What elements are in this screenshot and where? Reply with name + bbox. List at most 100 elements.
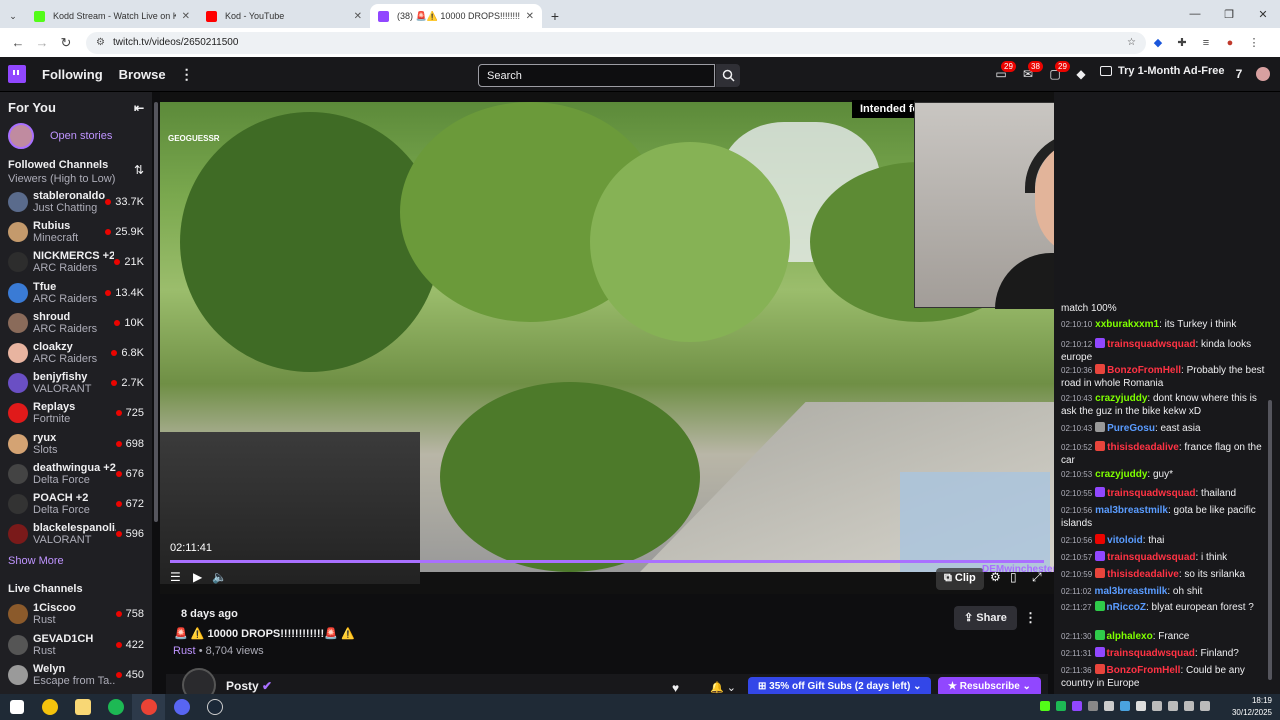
battery-icon[interactable]: [1184, 701, 1194, 711]
clip-button[interactable]: ⧉ Clip: [936, 568, 984, 590]
new-tab-button[interactable]: +: [542, 4, 568, 28]
following-link[interactable]: Following: [42, 67, 103, 82]
chat-username[interactable]: BonzoFromHell: [1107, 365, 1181, 376]
search-button[interactable]: [716, 64, 740, 87]
sort-icon[interactable]: ⇅: [134, 163, 144, 185]
restore-icon[interactable]: ❐: [1212, 0, 1246, 28]
tray-app-icon[interactable]: [1072, 701, 1082, 711]
chat-username[interactable]: alphalexo: [1107, 631, 1153, 642]
browser-tab-twitch[interactable]: (38) 🚨⚠️ 10000 DROPS!!!!!!!!!! ✕: [370, 4, 542, 28]
bits-icon[interactable]: ◆: [1073, 67, 1089, 81]
sidebar-channel-item[interactable]: stableronaldo Just Chatting 33.7K: [0, 187, 152, 217]
chat-scrollbar[interactable]: [1268, 400, 1272, 680]
chat-username[interactable]: thisisdeadalive: [1107, 569, 1179, 580]
chat-username[interactable]: thisisdeadalive: [1107, 442, 1179, 453]
play-icon[interactable]: ▶: [193, 570, 202, 584]
chat-username[interactable]: mal3breastmilk: [1095, 505, 1168, 516]
chat-badge-icon[interactable]: [1095, 534, 1106, 544]
start-button[interactable]: [0, 694, 33, 720]
open-stories-row[interactable]: Open stories: [0, 115, 152, 157]
sidebar-channel-item[interactable]: Replays Fortnite 725: [0, 398, 152, 428]
extensions-icon[interactable]: ✚: [1170, 36, 1194, 49]
chat-badge-icon[interactable]: [1094, 647, 1105, 657]
profile-avatar[interactable]: ●: [1218, 37, 1242, 49]
search-input[interactable]: Search: [478, 64, 715, 87]
close-tab-icon[interactable]: ✕: [526, 11, 534, 22]
category-link[interactable]: Rust: [173, 645, 196, 657]
sidebar-channel-item[interactable]: Tfue ARC Raiders 13.4K: [0, 278, 152, 308]
chat-username[interactable]: trainsquadwsquad: [1107, 648, 1195, 659]
video-player[interactable]: GEOGUESSR Intended fo 02:11:41 ☰ ▶ 🔈 ⧉ C…: [160, 92, 1280, 594]
bookmark-star-icon[interactable]: ☆: [1127, 37, 1136, 48]
tab-search-icon[interactable]: ⌄: [0, 4, 26, 28]
sidebar-channel-item[interactable]: deathwingua +2 Delta Force 676: [0, 459, 152, 489]
chat-username[interactable]: trainsquadwsquad: [1107, 339, 1195, 350]
chat-badge-icon[interactable]: [1095, 487, 1106, 497]
whispers-icon[interactable]: ▢ 29: [1047, 61, 1070, 81]
forward-icon[interactable]: →: [30, 35, 54, 50]
geoguessr-minimap[interactable]: [900, 472, 1050, 572]
sidebar-channel-item[interactable]: POACH +2 Delta Force 672: [0, 489, 152, 519]
twitch-logo-icon[interactable]: [8, 65, 26, 83]
chat-badge-icon[interactable]: [1094, 601, 1105, 611]
sidebar-channel-item[interactable]: cloakzy ARC Raiders 6.8K: [0, 338, 152, 368]
more-options-icon[interactable]: ⋮: [1024, 610, 1037, 626]
minimize-icon[interactable]: —: [1178, 0, 1212, 28]
chat-username[interactable]: trainsquadwsquad: [1107, 552, 1195, 563]
browser-tab-kick[interactable]: Kodd Stream - Watch Live on Kick ✕: [26, 4, 198, 28]
taskbar-steam[interactable]: [198, 694, 231, 720]
extension-shield-icon[interactable]: ◆: [1146, 36, 1170, 49]
volume-icon[interactable]: 🔈: [212, 570, 227, 584]
tray-app-icon[interactable]: [1120, 701, 1130, 711]
collapse-sidebar-icon[interactable]: ⇤: [134, 101, 144, 115]
sidebar-scrollbar[interactable]: [152, 92, 160, 694]
share-button[interactable]: ⇪ Share: [954, 606, 1017, 630]
user-avatar[interactable]: [1256, 67, 1270, 81]
chat-username[interactable]: vitoloid: [1107, 535, 1143, 546]
address-bar[interactable]: ⚙ twitch.tv/videos/2650211500 ☆: [86, 31, 1146, 54]
sidebar-channel-item[interactable]: benjyfishy VALORANT 2.7K: [0, 368, 152, 398]
chat-badge-icon[interactable]: [1095, 338, 1106, 348]
channel-name[interactable]: Posty ✔: [226, 679, 272, 693]
sidebar-channel-item[interactable]: GEVAD1CH Rust 422: [0, 629, 152, 659]
ad-free-button[interactable]: Try 1-Month Ad-Free: [1100, 65, 1225, 77]
story-avatar[interactable]: [8, 123, 34, 149]
sidebar-channel-item[interactable]: blackelespanoli... VALORANT 596: [0, 519, 152, 549]
browse-link[interactable]: Browse: [119, 67, 166, 82]
chat-badge-icon[interactable]: [1094, 630, 1105, 640]
notification-bell-icon[interactable]: 🔔 ⌄: [710, 681, 736, 694]
sidebar-channel-item[interactable]: ryux Slots 698: [0, 429, 152, 459]
open-stories-link[interactable]: Open stories: [50, 130, 112, 142]
chat-username[interactable]: crazyjuddy: [1095, 469, 1147, 480]
tray-spotify-icon[interactable]: [1056, 701, 1066, 711]
video-progress-bar[interactable]: [170, 560, 1044, 563]
chat-badge-icon[interactable]: [1095, 441, 1106, 451]
network-icon[interactable]: [1152, 701, 1162, 711]
tray-app-icon[interactable]: [1104, 701, 1114, 711]
volume-icon[interactable]: [1168, 701, 1178, 711]
chapters-icon[interactable]: ☰: [170, 570, 181, 584]
chat-username[interactable]: crazyjuddy: [1095, 393, 1147, 404]
chat-username[interactable]: mal3breastmilk: [1095, 586, 1168, 597]
browser-menu-icon[interactable]: ⋮: [1242, 36, 1266, 49]
browser-tab-youtube[interactable]: Kod - YouTube ✕: [198, 4, 370, 28]
taskbar-chrome-active[interactable]: [132, 694, 165, 720]
reload-icon[interactable]: ↻: [54, 35, 78, 51]
follow-heart-icon[interactable]: ♥: [672, 681, 679, 695]
taskbar-discord[interactable]: [165, 694, 198, 720]
chat-badge-icon[interactable]: [1095, 551, 1106, 561]
chat-username[interactable]: BonzoFromHell: [1107, 665, 1181, 676]
reading-list-icon[interactable]: ≡: [1194, 37, 1218, 49]
sidebar-channel-item[interactable]: 1Ciscoo Rust 758: [0, 599, 152, 629]
close-tab-icon[interactable]: ✕: [354, 11, 362, 22]
show-more-link[interactable]: Show More: [0, 549, 152, 573]
chat-username[interactable]: nRiccoZ: [1107, 602, 1146, 613]
more-menu-icon[interactable]: ⋮: [180, 66, 194, 83]
back-icon[interactable]: ←: [6, 35, 30, 50]
sidebar-channel-item[interactable]: shroud ARC Raiders 10K: [0, 308, 152, 338]
tray-app-icon[interactable]: [1040, 701, 1050, 711]
chat-badge-icon[interactable]: [1095, 364, 1106, 374]
turbo-icon[interactable]: 7: [1231, 67, 1247, 81]
prime-loot-icon[interactable]: ▭ 29: [993, 61, 1016, 81]
tray-app-icon[interactable]: [1136, 701, 1146, 711]
